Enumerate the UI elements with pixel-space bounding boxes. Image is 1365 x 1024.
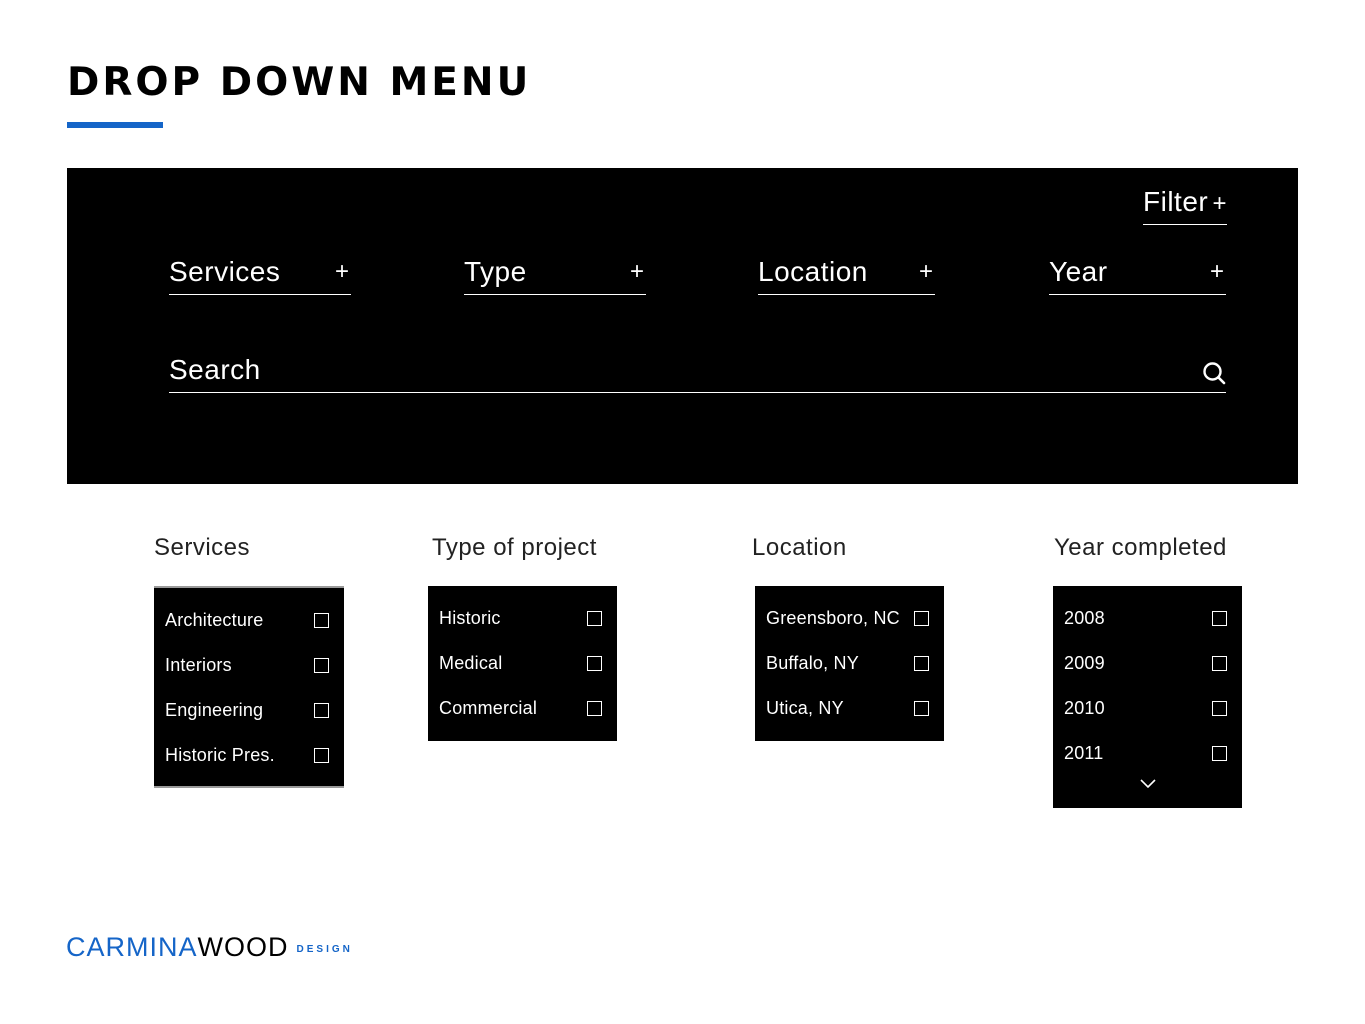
menu-item-label: Historic <box>439 608 501 628</box>
plus-icon: + <box>629 258 644 285</box>
dropdown-label: Services <box>169 256 281 287</box>
menu-item-label: Engineering <box>165 700 264 720</box>
menu-item-architecture[interactable]: Architecture <box>154 598 344 643</box>
menu-item-utica[interactable]: Utica, NY <box>755 686 944 731</box>
dropdown-location[interactable]: Location + <box>758 252 935 295</box>
dropdown-label: Year <box>1049 256 1108 287</box>
menu-item-historic[interactable]: Historic <box>428 596 617 641</box>
dropdown-label: Location <box>758 256 868 287</box>
checkbox[interactable] <box>314 613 329 628</box>
checkbox[interactable] <box>314 658 329 673</box>
filter-toggle-button[interactable]: Filter + <box>1143 186 1227 225</box>
checkbox[interactable] <box>314 703 329 718</box>
checkbox[interactable] <box>587 656 602 671</box>
services-menu: Architecture Interiors Engineering Histo… <box>154 586 344 788</box>
type-heading: Type of project <box>432 534 597 561</box>
menu-item-label: Medical <box>439 653 503 673</box>
filter-panel: Filter + Services + Type + Location + Ye… <box>67 168 1298 484</box>
menu-item-label: 2011 <box>1064 743 1104 763</box>
menu-item-label: Greensboro, NC <box>766 608 900 628</box>
menu-item-engineering[interactable]: Engineering <box>154 688 344 733</box>
menu-item-label: Architecture <box>165 610 264 630</box>
search-input[interactable] <box>169 350 1169 390</box>
plus-icon: + <box>918 258 933 285</box>
menu-item-label: Buffalo, NY <box>766 653 859 673</box>
logo-text-carmina: CARMINA <box>66 932 198 962</box>
menu-item-historic-pres[interactable]: Historic Pres. <box>154 733 344 778</box>
location-menu: Greensboro, NC Buffalo, NY Utica, NY <box>755 586 944 741</box>
menu-item-label: Utica, NY <box>766 698 844 718</box>
menu-item-interiors[interactable]: Interiors <box>154 643 344 688</box>
chevron-down-icon[interactable] <box>1139 778 1157 790</box>
location-heading: Location <box>752 534 847 561</box>
menu-item-label: 2008 <box>1064 608 1105 628</box>
services-heading: Services <box>154 534 251 561</box>
dropdown-type[interactable]: Type + <box>464 252 646 295</box>
search-icon[interactable] <box>1202 361 1226 385</box>
menu-item-label: Historic Pres. <box>165 745 275 765</box>
brand-logo: CARMINA WOOD DESIGN <box>66 932 353 963</box>
page-title: DROP DOWN MENU <box>67 60 532 105</box>
menu-item-2010[interactable]: 2010 <box>1053 686 1242 731</box>
checkbox[interactable] <box>914 611 929 626</box>
year-heading: Year completed <box>1054 534 1227 561</box>
checkbox[interactable] <box>1212 656 1227 671</box>
logo-text-wood: WOOD <box>197 932 289 962</box>
checkbox[interactable] <box>1212 611 1227 626</box>
menu-item-greensboro[interactable]: Greensboro, NC <box>755 596 944 641</box>
menu-item-label: 2010 <box>1064 698 1105 718</box>
checkbox[interactable] <box>587 701 602 716</box>
checkbox[interactable] <box>1212 701 1227 716</box>
menu-item-buffalo[interactable]: Buffalo, NY <box>755 641 944 686</box>
search-bar <box>169 350 1226 393</box>
checkbox[interactable] <box>314 748 329 763</box>
logo-text-design: DESIGN <box>296 944 353 955</box>
checkbox[interactable] <box>914 701 929 716</box>
plus-icon: + <box>334 258 349 285</box>
menu-item-2011[interactable]: 2011 <box>1053 731 1242 776</box>
menu-item-label: Commercial <box>439 698 538 718</box>
checkbox[interactable] <box>1212 746 1227 761</box>
title-underline <box>67 122 163 128</box>
checkbox[interactable] <box>914 656 929 671</box>
menu-item-label: Interiors <box>165 655 232 675</box>
plus-icon: + <box>1212 190 1227 217</box>
menu-item-2009[interactable]: 2009 <box>1053 641 1242 686</box>
filter-label: Filter <box>1143 186 1209 217</box>
dropdown-label: Type <box>464 256 527 287</box>
checkbox[interactable] <box>587 611 602 626</box>
plus-icon: + <box>1209 258 1224 285</box>
menu-item-label: 2009 <box>1064 653 1105 673</box>
menu-item-medical[interactable]: Medical <box>428 641 617 686</box>
type-menu: Historic Medical Commercial <box>428 586 617 741</box>
year-menu: 2008 2009 2010 2011 <box>1053 586 1242 808</box>
menu-item-2008[interactable]: 2008 <box>1053 596 1242 641</box>
menu-item-commercial[interactable]: Commercial <box>428 686 617 731</box>
dropdown-services[interactable]: Services + <box>169 252 351 295</box>
dropdown-year[interactable]: Year + <box>1049 252 1226 295</box>
